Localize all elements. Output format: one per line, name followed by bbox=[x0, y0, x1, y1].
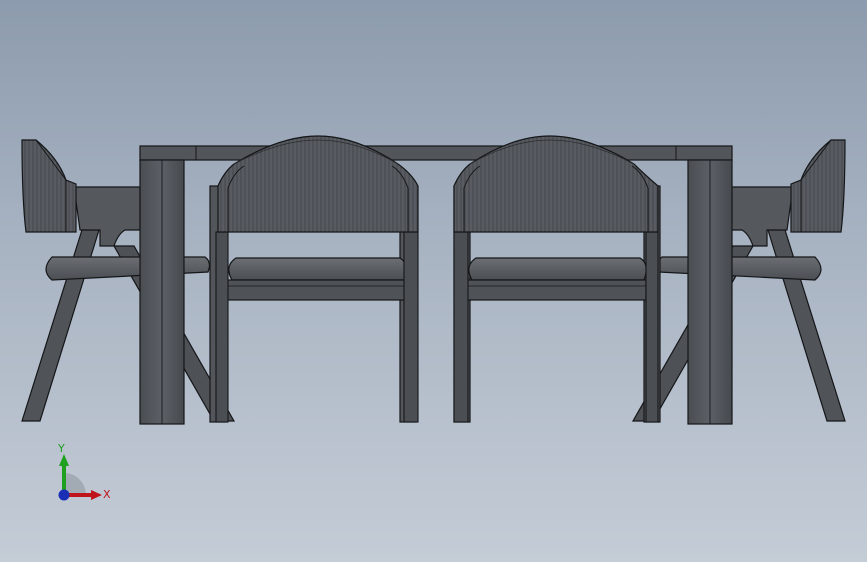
table-top bbox=[139, 145, 733, 161]
graphics-viewport[interactable]: Y X bbox=[0, 0, 867, 562]
front-chair-left[interactable] bbox=[209, 135, 419, 423]
front-chair-right-back-leg-right bbox=[645, 231, 659, 423]
side-chair-left-backrest bbox=[21, 139, 77, 233]
triad-z-axis-icon bbox=[58, 489, 70, 501]
triad-y-arrow-icon bbox=[59, 454, 69, 466]
front-chair-right-seat-cushion bbox=[468, 257, 647, 281]
front-chair-left-seat-rail bbox=[225, 279, 407, 301]
side-chair-left-seat-cushion bbox=[45, 256, 211, 281]
side-chair-right[interactable] bbox=[631, 139, 846, 422]
front-chair-right-back-leg-left bbox=[453, 231, 469, 423]
front-chair-left-back-leg-left bbox=[215, 231, 229, 423]
side-chair-left[interactable] bbox=[21, 139, 236, 422]
triad-y-label: Y bbox=[57, 442, 65, 455]
front-chair-left-seat-cushion bbox=[228, 257, 407, 281]
front-chair-right-seat-rail bbox=[465, 279, 647, 301]
reference-triad: Y X bbox=[57, 442, 111, 501]
side-chair-right-seat-cushion bbox=[656, 256, 822, 281]
triad-x-arrow-icon bbox=[91, 490, 102, 500]
triad-x-label: X bbox=[103, 488, 111, 501]
side-chair-right-backrest bbox=[790, 139, 846, 233]
front-chair-right[interactable] bbox=[453, 135, 661, 423]
cad-model-view[interactable] bbox=[0, 0, 867, 562]
front-chair-left-back-leg-right bbox=[403, 231, 419, 423]
